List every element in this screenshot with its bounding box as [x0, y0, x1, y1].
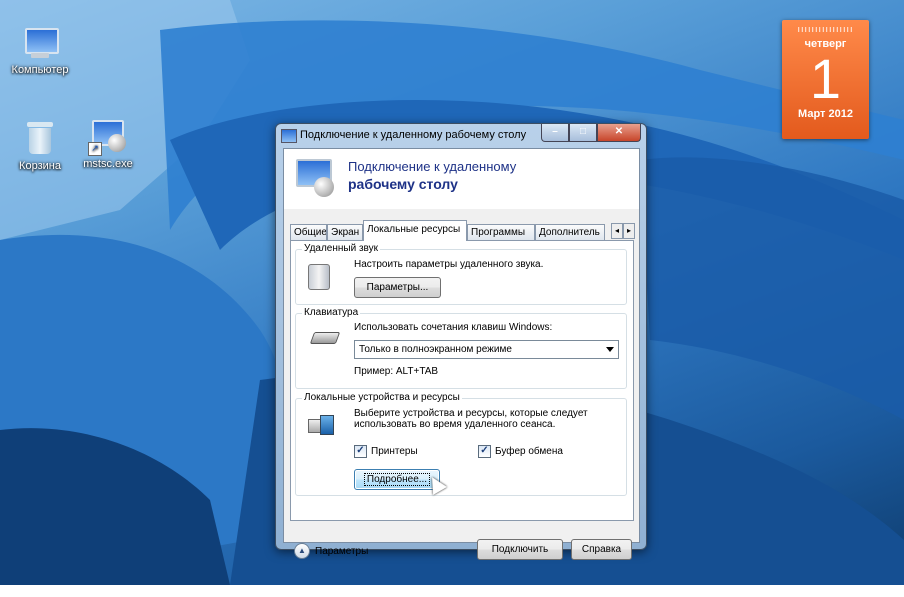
header-title-line2: рабочему столу — [348, 176, 458, 192]
tab-scroll-left-icon[interactable]: ◂ — [611, 223, 623, 239]
keyboard-mode-value: Только в полноэкранном режиме — [359, 344, 512, 355]
tab-programs[interactable]: Программы — [467, 224, 535, 240]
calendar-month-year: Март 2012 — [798, 108, 853, 120]
group-keyboard: Клавиатура Использовать сочетания клавиш… — [295, 307, 627, 389]
more-details-label: Подробнее... — [363, 473, 431, 486]
tab-panel-local-resources: Удаленный звук Настроить параметры удале… — [290, 240, 634, 521]
help-button[interactable]: Справка — [571, 539, 632, 560]
audio-description: Настроить параметры удаленного звука. — [354, 259, 544, 270]
desktop-icon-label: Корзина — [19, 160, 61, 172]
desktop-icon-label: Компьютер — [11, 64, 69, 76]
dialog-header: Подключение к удаленному рабочему столу — [284, 149, 639, 209]
taskbar-strip — [0, 585, 904, 597]
devices-icon — [308, 413, 334, 435]
minimize-button[interactable]: – — [541, 124, 569, 142]
group-label: Удаленный звук — [302, 243, 381, 254]
title-bar[interactable]: Подключение к удаленному рабочему столу … — [276, 124, 646, 148]
calendar-rings: ıııııııııııııııı — [797, 24, 854, 34]
clipboard-label: Буфер обмена — [495, 446, 563, 457]
devices-description-line2: использовать во время удаленного сеанса. — [354, 419, 556, 430]
devices-description-line1: Выберите устройства и ресурсы, которые с… — [354, 408, 588, 419]
desktop-icon-mstsc[interactable]: ↗ mstsc.exe — [72, 118, 144, 170]
tab-display[interactable]: Экран — [327, 224, 363, 240]
tab-advanced[interactable]: Дополнитель — [535, 224, 605, 240]
group-local-devices: Локальные устройства и ресурсы Выберите … — [295, 392, 627, 496]
tab-scroll-right-icon[interactable]: ▸ — [623, 223, 635, 239]
printers-label: Принтеры — [371, 446, 418, 457]
remote-desktop-icon: ↗ — [88, 118, 128, 156]
chevron-down-icon — [606, 347, 614, 352]
app-icon — [281, 129, 297, 143]
group-label: Клавиатура — [302, 307, 361, 318]
keyboard-mode-select[interactable]: Только в полноэкранном режиме — [354, 340, 619, 359]
audio-settings-button[interactable]: Параметры... — [354, 277, 441, 298]
rdp-window: Подключение к удаленному рабочему столу … — [275, 123, 647, 560]
computer-icon — [21, 26, 59, 60]
window-title: Подключение к удаленному рабочему столу — [300, 129, 527, 141]
keyboard-description: Использовать сочетания клавиш Windows: — [354, 322, 553, 333]
close-button[interactable]: ✕ — [597, 124, 641, 142]
tab-scroll: ◂ ▸ — [611, 223, 635, 239]
checkbox-checked-icon: ✓ — [478, 445, 491, 458]
maximize-button[interactable]: □ — [569, 124, 597, 142]
group-label: Локальные устройства и ресурсы — [302, 392, 462, 403]
tab-local-resources[interactable]: Локальные ресурсы — [363, 220, 467, 241]
keyboard-icon — [309, 332, 341, 344]
connect-button[interactable]: Подключить — [477, 539, 563, 560]
recycle-bin-icon — [25, 120, 55, 156]
speaker-icon — [308, 264, 330, 290]
desktop-icon-label: mstsc.exe — [83, 158, 133, 170]
desktop-icon-recycle-bin[interactable]: Корзина — [4, 120, 76, 172]
calendar-day: 1 — [809, 47, 842, 110]
header-title-line1: Подключение к удаленному — [348, 159, 517, 174]
group-remote-audio: Удаленный звук Настроить параметры удале… — [295, 243, 627, 305]
calendar-gadget[interactable]: ıııııııııııııııı четверг 1 Март 2012 — [782, 20, 869, 139]
chevron-up-icon: ▲ — [294, 543, 310, 559]
tab-general[interactable]: Общие — [290, 224, 327, 240]
options-label: Параметры — [315, 545, 369, 557]
clipboard-checkbox[interactable]: ✓ Буфер обмена — [478, 445, 563, 458]
window-client: Подключение к удаленному рабочему столу … — [283, 148, 640, 560]
desktop-icon-computer[interactable]: Компьютер — [4, 26, 76, 76]
window-controls: – □ ✕ — [541, 124, 641, 142]
printers-checkbox[interactable]: ✓ Принтеры — [354, 445, 418, 458]
keyboard-example: Пример: ALT+TAB — [354, 366, 439, 377]
tab-strip: Общие Экран Локальные ресурсы Программы … — [290, 220, 635, 241]
options-expander[interactable]: ▲ Параметры — [294, 543, 368, 559]
remote-desktop-icon — [294, 159, 336, 199]
checkbox-checked-icon: ✓ — [354, 445, 367, 458]
